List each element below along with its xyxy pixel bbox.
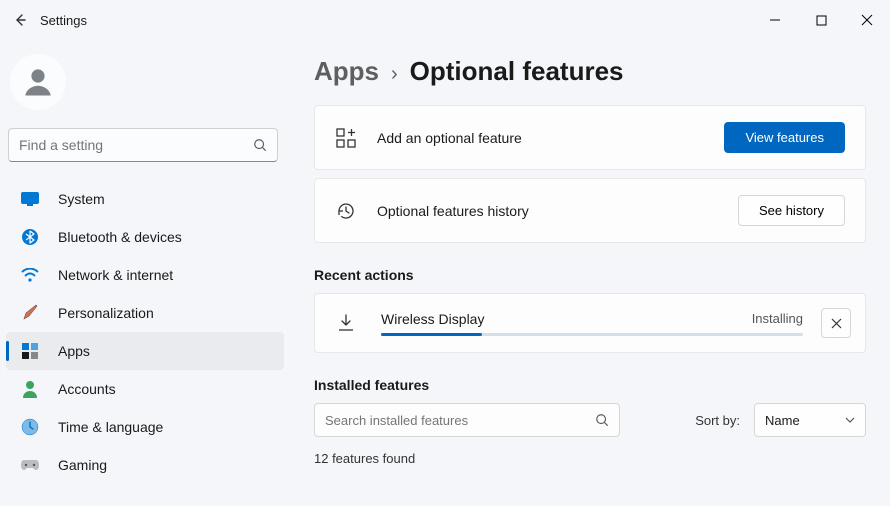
paintbrush-icon [20, 303, 40, 323]
cancel-install-button[interactable] [821, 308, 851, 338]
page-title: Optional features [410, 56, 624, 87]
install-progress-bar [381, 333, 803, 336]
arrow-left-icon [12, 12, 28, 28]
system-icon [20, 189, 40, 209]
sidebar-item-accounts[interactable]: Accounts [6, 370, 284, 408]
bluetooth-icon [20, 227, 40, 247]
back-button[interactable] [0, 12, 40, 28]
sidebar-item-label: System [58, 191, 105, 207]
sort-by-label: Sort by: [695, 413, 740, 428]
minimize-icon [769, 14, 781, 26]
user-avatar[interactable] [10, 54, 66, 110]
settings-search[interactable] [8, 128, 278, 162]
sidebar-item-time-language[interactable]: Time & language [6, 408, 284, 446]
grid-plus-icon [335, 127, 357, 149]
history-icon [335, 200, 357, 222]
close-window-button[interactable] [844, 4, 890, 36]
chevron-down-icon [845, 417, 855, 423]
sidebar-item-gaming[interactable]: Gaming [6, 446, 284, 484]
history-card: Optional features history See history [314, 178, 866, 243]
sort-by-select[interactable]: Name [754, 403, 866, 437]
settings-search-input[interactable] [19, 137, 253, 153]
window-title: Settings [40, 13, 87, 28]
download-icon [335, 312, 357, 334]
apps-icon [20, 341, 40, 361]
person-icon [20, 64, 56, 100]
sidebar-item-bluetooth[interactable]: Bluetooth & devices [6, 218, 284, 256]
add-feature-card: Add an optional feature View features [314, 105, 866, 170]
recent-item-name: Wireless Display [381, 311, 484, 327]
wifi-icon [20, 265, 40, 285]
installed-search-input[interactable] [325, 413, 595, 428]
close-icon [861, 14, 873, 26]
recent-actions-heading: Recent actions [314, 267, 866, 283]
clock-globe-icon [20, 417, 40, 437]
sidebar-item-label: Bluetooth & devices [58, 229, 182, 245]
sort-by-value: Name [765, 413, 800, 428]
recent-item-status: Installing [752, 311, 803, 326]
close-icon [831, 318, 842, 329]
sidebar-item-network[interactable]: Network & internet [6, 256, 284, 294]
recent-action-item: Wireless Display Installing [314, 293, 866, 353]
sidebar: System Bluetooth & devices Network & int… [0, 40, 290, 506]
maximize-button[interactable] [798, 4, 844, 36]
sidebar-item-label: Personalization [58, 305, 154, 321]
sidebar-item-label: Gaming [58, 457, 107, 473]
view-features-button[interactable]: View features [724, 122, 845, 153]
search-icon [595, 413, 609, 427]
breadcrumb-parent[interactable]: Apps [314, 56, 379, 87]
titlebar: Settings [0, 0, 890, 40]
chevron-right-icon: › [391, 63, 398, 86]
installed-features-heading: Installed features [314, 377, 866, 393]
account-icon [20, 379, 40, 399]
sidebar-item-system[interactable]: System [6, 180, 284, 218]
see-history-button[interactable]: See history [738, 195, 845, 226]
main-content: Apps › Optional features Add an optional… [290, 40, 890, 506]
installed-search[interactable] [314, 403, 620, 437]
breadcrumb: Apps › Optional features [314, 56, 866, 87]
sidebar-item-label: Apps [58, 343, 90, 359]
history-label: Optional features history [377, 203, 738, 219]
minimize-button[interactable] [752, 4, 798, 36]
gamepad-icon [20, 455, 40, 475]
maximize-icon [816, 15, 827, 26]
sidebar-item-label: Accounts [58, 381, 116, 397]
sidebar-item-apps[interactable]: Apps [6, 332, 284, 370]
search-icon [253, 138, 267, 152]
sidebar-item-personalization[interactable]: Personalization [6, 294, 284, 332]
sidebar-item-label: Network & internet [58, 267, 173, 283]
features-found-text: 12 features found [314, 451, 866, 466]
add-feature-label: Add an optional feature [377, 130, 724, 146]
sidebar-item-label: Time & language [58, 419, 163, 435]
